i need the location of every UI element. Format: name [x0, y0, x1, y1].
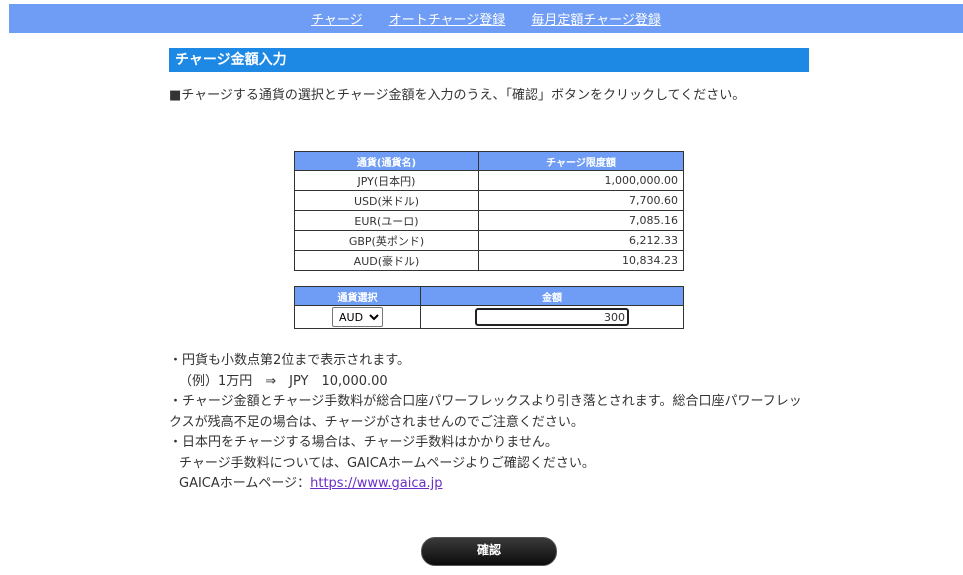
note-line: ・日本円をチャージする場合は、チャージ手数料はかかりません。	[169, 435, 558, 450]
currency-select[interactable]: AUD	[332, 307, 383, 327]
currency-cell: USD(米ドル)	[294, 190, 479, 211]
limit-cell: 1,000,000.00	[478, 170, 684, 191]
header-limit: チャージ限度額	[478, 151, 684, 171]
amount-cell	[420, 305, 684, 329]
table-row: EUR(ユーロ) 7,085.16	[294, 210, 684, 231]
top-navigation: チャージ オートチャージ登録 毎月定額チャージ登録	[9, 4, 963, 33]
limit-cell: 10,834.23	[478, 250, 684, 271]
nav-monthly-charge[interactable]: 毎月定額チャージ登録	[531, 9, 661, 28]
section-title: チャージ金額入力	[169, 48, 809, 72]
homepage-label: GAICAホームページ：	[179, 476, 311, 491]
nav-auto-charge[interactable]: オートチャージ登録	[389, 9, 506, 28]
gaica-link[interactable]: https://www.gaica.jp	[310, 476, 442, 491]
note-fee-info: チャージ手数料については、GAICAホームページよりご確認ください。	[179, 455, 595, 471]
limit-cell: 7,700.60	[478, 190, 684, 211]
notes: ・円貨も小数点第2位まで表示されます。 （例）1万円 ⇒ JPY 10,000.…	[169, 351, 809, 495]
table-row: AUD	[294, 305, 684, 329]
header-amount: 金額	[420, 286, 684, 306]
table-header-row: 通貨選択 金額	[294, 286, 684, 306]
currency-cell: EUR(ユーロ)	[294, 210, 479, 231]
table-row: GBP(英ポンド) 6,212.33	[294, 230, 684, 251]
note-line: ・円貨も小数点第2位まで表示されます。	[169, 353, 410, 368]
header-currency: 通貨(通貨名)	[294, 151, 479, 171]
instruction-text: ■チャージする通貨の選択とチャージ金額を入力のうえ、「確認」ボタンをクリックして…	[169, 88, 746, 103]
table-header-row: 通貨(通貨名) チャージ限度額	[294, 151, 684, 171]
amount-input[interactable]	[475, 308, 629, 326]
confirm-button[interactable]: 確認	[421, 537, 557, 566]
note-example: （例）1万円 ⇒ JPY 10,000.00	[179, 373, 388, 389]
note-homepage: GAICAホームページ：https://www.gaica.jp	[169, 474, 809, 495]
limit-cell: 7,085.16	[478, 210, 684, 231]
charge-input-table: 通貨選択 金額 AUD	[294, 286, 684, 329]
currency-select-cell: AUD	[294, 305, 421, 329]
table-row: JPY(日本円) 1,000,000.00	[294, 170, 684, 191]
header-currency-select: 通貨選択	[294, 286, 421, 306]
note-line: ・チャージ金額とチャージ手数料が総合口座パワーフレックスより引き落とされます。総…	[169, 394, 802, 430]
table-row: AUD(豪ドル) 10,834.23	[294, 250, 684, 271]
limit-cell: 6,212.33	[478, 230, 684, 251]
nav-charge[interactable]: チャージ	[311, 9, 363, 28]
currency-cell: JPY(日本円)	[294, 170, 479, 191]
charge-limit-table: 通貨(通貨名) チャージ限度額 JPY(日本円) 1,000,000.00 US…	[294, 151, 684, 271]
table-row: USD(米ドル) 7,700.60	[294, 190, 684, 211]
currency-cell: AUD(豪ドル)	[294, 250, 479, 271]
main-content: チャージ金額入力 ■チャージする通貨の選択とチャージ金額を入力のうえ、「確認」ボ…	[169, 48, 809, 491]
currency-cell: GBP(英ポンド)	[294, 230, 479, 251]
